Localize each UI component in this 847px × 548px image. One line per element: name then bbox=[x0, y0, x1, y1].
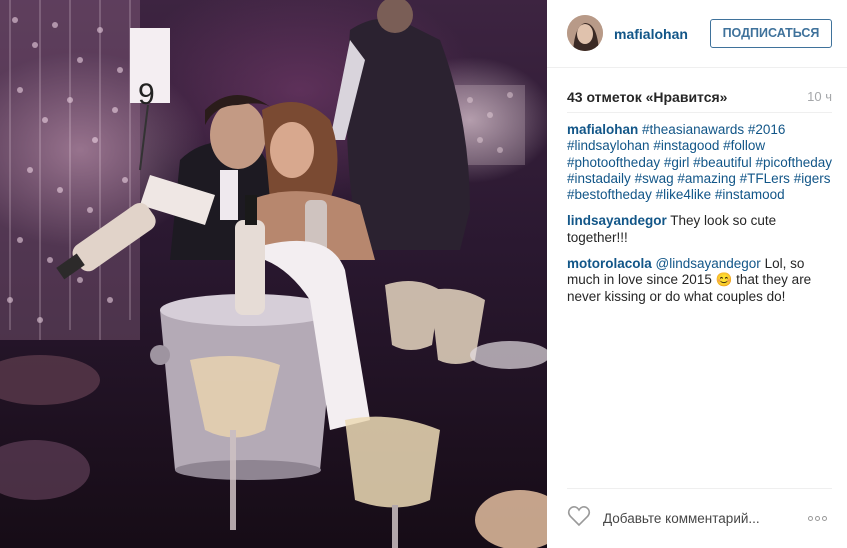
caption-comment: mafialohan #theasianawards #2016 #lindsa… bbox=[567, 122, 835, 203]
post-photo[interactable]: 9 bbox=[0, 0, 547, 548]
dot bbox=[822, 516, 827, 521]
hashtag-link[interactable]: #girl bbox=[664, 155, 690, 170]
post-author-username[interactable]: mafialohan bbox=[614, 26, 688, 42]
hashtag-link[interactable]: #instadaily bbox=[567, 171, 631, 186]
likes-row: 43 отметок «Нравится» 10 ч bbox=[567, 89, 832, 107]
hashtag-link[interactable]: #instagood bbox=[653, 138, 719, 153]
hashtag-link[interactable]: #2016 bbox=[748, 122, 786, 137]
hashtag-link[interactable]: #lindsaylohan bbox=[567, 138, 650, 153]
hashtag-link[interactable]: #like4like bbox=[656, 187, 712, 202]
hashtag-link[interactable]: #beautiful bbox=[693, 155, 752, 170]
hashtag-link[interactable]: #theasianawards bbox=[642, 122, 744, 137]
post-header: mafialohan ПОДПИСАТЬСЯ bbox=[547, 0, 847, 68]
post-timestamp[interactable]: 10 ч bbox=[807, 89, 832, 104]
more-options-icon[interactable] bbox=[808, 509, 832, 521]
hashtag-link[interactable]: #photooftheday bbox=[567, 155, 660, 170]
hashtag-link[interactable]: #TFLers bbox=[740, 171, 790, 186]
comment-mention[interactable]: @lindsayandegor bbox=[656, 256, 761, 271]
hashtag-link[interactable]: #igers bbox=[794, 171, 831, 186]
hashtag-link[interactable]: #bestoftheday bbox=[567, 187, 652, 202]
comments-list: mafialohan #theasianawards #2016 #lindsa… bbox=[567, 122, 835, 315]
dot bbox=[815, 516, 820, 521]
follow-button[interactable]: ПОДПИСАТЬСЯ bbox=[710, 19, 832, 48]
hashtag-link[interactable]: #instamood bbox=[715, 187, 785, 202]
hashtag-link[interactable]: #picoftheday bbox=[755, 155, 832, 170]
dot bbox=[808, 516, 813, 521]
instagram-post-view: 9 mafialohan ПОДПИСАТЬСЯ 43 отметок «Нра… bbox=[0, 0, 847, 548]
user-avatar[interactable] bbox=[567, 15, 603, 51]
likes-count[interactable]: 43 отметок «Нравится» bbox=[567, 89, 727, 105]
caption-author[interactable]: mafialohan bbox=[567, 122, 638, 137]
comment-author[interactable]: lindsayandegor bbox=[567, 213, 667, 228]
photo-illustration: 9 bbox=[0, 0, 547, 548]
hashtag-link[interactable]: #amazing bbox=[677, 171, 736, 186]
comment-footer bbox=[567, 488, 832, 546]
comment-item: lindsayandegor They look so cute togethe… bbox=[567, 213, 835, 246]
comment-author[interactable]: motorolacola bbox=[567, 256, 652, 271]
post-details-panel: mafialohan ПОДПИСАТЬСЯ 43 отметок «Нрави… bbox=[547, 0, 847, 548]
avatar-image bbox=[567, 15, 603, 51]
hashtag-link[interactable]: #swag bbox=[635, 171, 674, 186]
divider bbox=[567, 112, 832, 113]
comment-item: motorolacola @lindsayandegor Lol, so muc… bbox=[567, 256, 835, 305]
add-comment-input[interactable] bbox=[603, 509, 793, 527]
hashtag-link[interactable]: #follow bbox=[723, 138, 765, 153]
table-number-sign: 9 bbox=[138, 78, 155, 111]
heart-outline-icon[interactable] bbox=[567, 505, 591, 527]
